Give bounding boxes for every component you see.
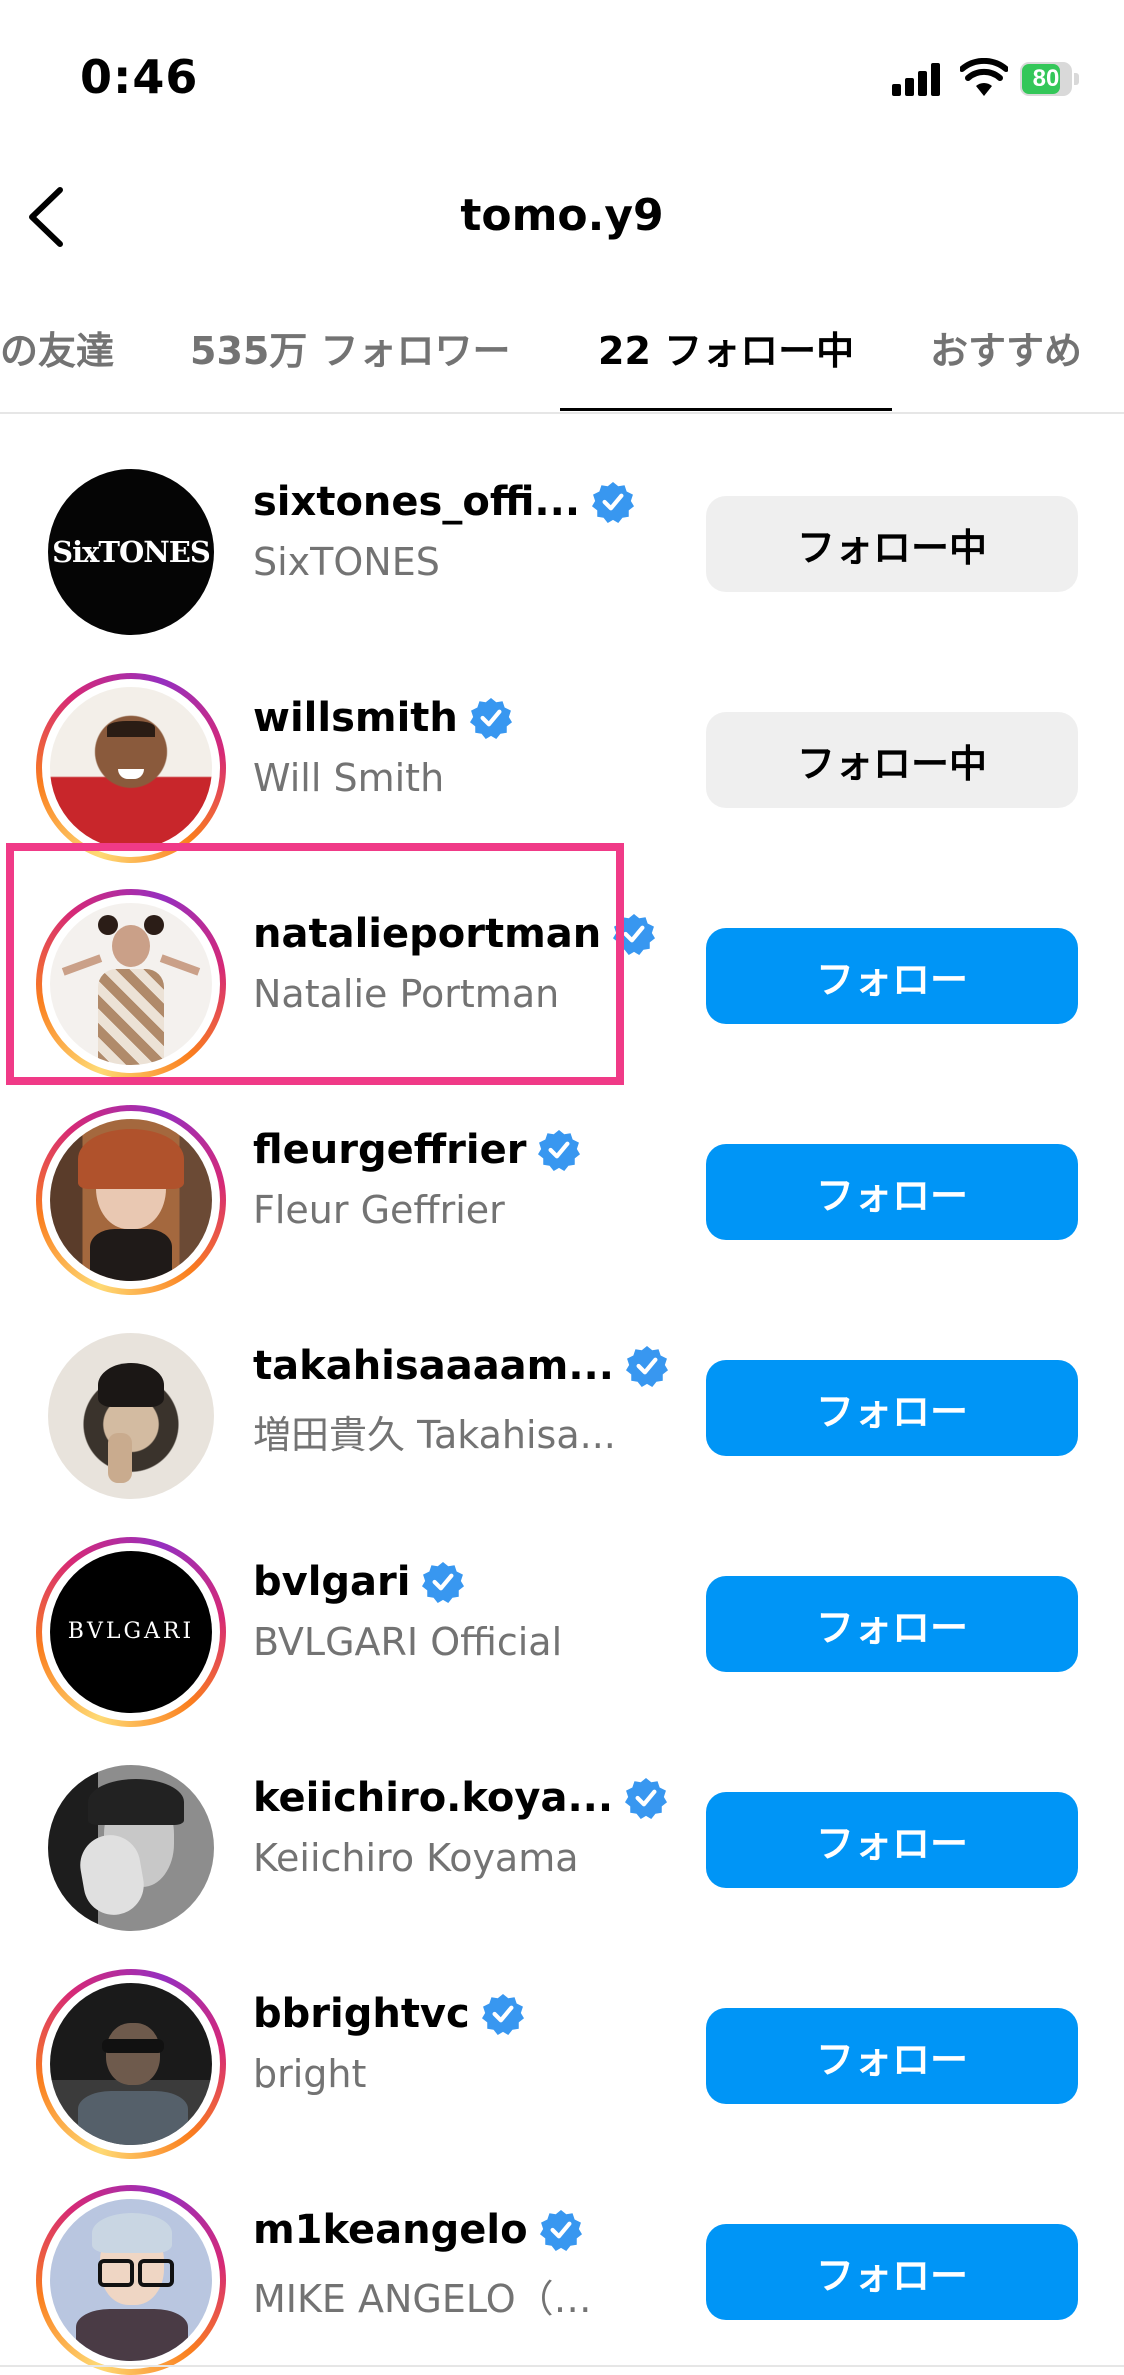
verified-badge-icon [469,698,512,739]
full-name: BVLGARI Official [253,1620,563,1664]
verified-badge-icon [625,1346,668,1387]
username[interactable]: m1keangelo [253,2207,528,2253]
follow-button[interactable]: フォロー [706,1792,1078,1888]
status-time: 0:46 [80,50,199,104]
follow-tabs: の友達 535万 フォロワー 22 フォロー中 おすすめ [0,300,1124,414]
follow-button[interactable]: フォロー [706,1144,1078,1240]
verified-badge-icon [481,1994,524,2035]
full-name: SixTONES [253,540,440,584]
list-item[interactable]: fleurgeffrier Fleur Geffrier フォロー [0,1068,1124,1295]
avatar[interactable] [36,673,226,863]
verified-badge-icon [539,2210,582,2251]
avatar[interactable]: SixTONES [36,457,226,647]
highlight-annotation-box [6,843,624,1085]
profile-header: tomo.y9 [0,160,1124,270]
list-item[interactable]: willsmith Will Smith フォロー中 [0,636,1124,863]
list-item[interactable]: takahisaaaam... 増田貴久 Takahisa... フォロー [0,1284,1124,1500]
username[interactable]: sixtones_offi... [253,479,580,525]
avatar[interactable]: BVLGARI [36,1537,226,1727]
username[interactable]: fleurgeffrier [253,1127,526,1173]
follow-button[interactable]: フォロー [706,1360,1078,1456]
verified-badge-icon [422,1562,465,1603]
full-name: Will Smith [253,756,445,800]
avatar[interactable] [36,1753,226,1943]
verified-badge-icon [592,482,635,523]
divider [0,2365,1124,2367]
follow-button[interactable]: フォロー [706,928,1078,1024]
tab-following[interactable]: 22 フォロー中 [598,320,854,375]
full-name: Fleur Geffrier [253,1188,505,1232]
avatar[interactable] [36,1321,226,1511]
list-item[interactable]: m1keangelo MIKE ANGELO（… フォロー [0,2148,1124,2375]
battery-percent: 80 [1032,65,1060,92]
username[interactable]: bvlgari [253,1559,410,1605]
list-item[interactable]: BVLGARI bvlgari BVLGARI Official フォロー [0,1500,1124,1727]
page-title: tomo.y9 [460,190,664,241]
following-button[interactable]: フォロー中 [706,496,1078,592]
following-button[interactable]: フォロー中 [706,712,1078,808]
username[interactable]: keiichiro.koya... [253,1775,613,1821]
list-item[interactable]: bbrightvc bright フォロー [0,1932,1124,2159]
username[interactable]: willsmith [253,695,458,741]
full-name: MIKE ANGELO（… [253,2277,592,2321]
username[interactable]: bbrightvc [253,1991,470,2037]
avatar[interactable] [36,1969,226,2159]
list-item[interactable]: keiichiro.koya... Keiichiro Koyama フォロー [0,1716,1124,1932]
avatar-logo-text: BVLGARI [67,1619,195,1644]
verified-badge-icon [538,1130,581,1171]
wifi-icon [960,58,1008,96]
battery-icon: 80 [1020,62,1082,96]
status-bar: 0:46 80 [0,0,1124,160]
tab-mutual-friends[interactable]: の友達 [0,320,114,375]
follow-button[interactable]: フォロー [706,2224,1078,2320]
full-name: 増田貴久 Takahisa... [253,1413,616,1457]
avatar[interactable] [36,1105,226,1295]
avatar-logo-text: SixTONES [52,535,211,569]
follow-button[interactable]: フォロー [706,2008,1078,2104]
tab-suggested[interactable]: おすすめ [930,320,1082,375]
tab-followers[interactable]: 535万 フォロワー [190,320,511,375]
username[interactable]: takahisaaaam... [253,1343,614,1389]
list-item[interactable]: SixTONES sixtones_offi... SixTONES フォロー中 [0,420,1124,636]
full-name: bright [253,2052,367,2096]
follow-button[interactable]: フォロー [706,1576,1078,1672]
full-name: Keiichiro Koyama [253,1836,579,1880]
avatar[interactable] [36,2185,226,2375]
cellular-signal-icon [892,62,942,96]
verified-badge-icon [625,1778,668,1819]
active-tab-indicator [560,408,892,411]
